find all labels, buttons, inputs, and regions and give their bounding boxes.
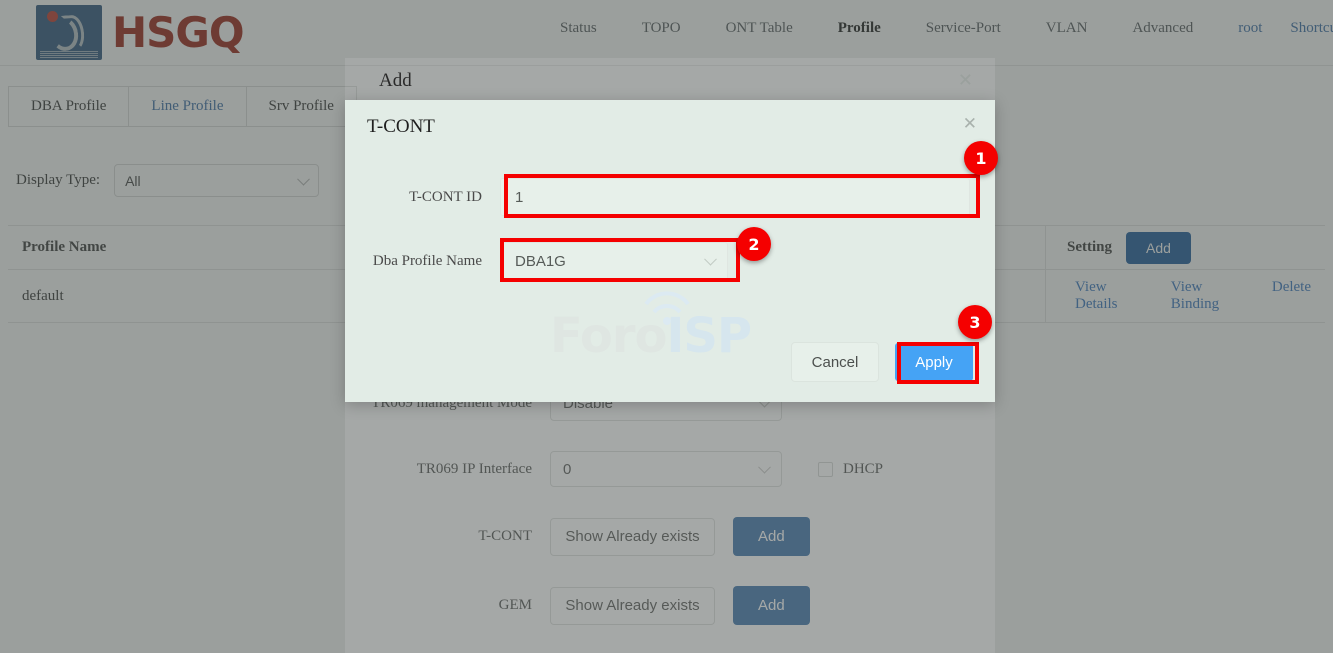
foroisp-watermark: ForoISP: [550, 290, 810, 360]
dba-profile-name-select[interactable]: DBA1G: [500, 242, 728, 280]
apply-button[interactable]: Apply: [895, 343, 973, 381]
cancel-button[interactable]: Cancel: [791, 342, 879, 382]
tcont-id-value: 1: [515, 189, 523, 206]
dba-profile-name-value: DBA1G: [515, 253, 566, 270]
add-modal-title: Add: [379, 70, 412, 92]
chevron-down-icon: [704, 253, 717, 266]
field-row-dba-profile-name: Dba Profile Name DBA1G: [345, 242, 728, 280]
annotation-badge-1: 1: [964, 141, 998, 175]
watermark-text-isp: ISP: [666, 308, 751, 364]
watermark-wifi-icon: [550, 290, 810, 360]
close-icon[interactable]: ✕: [963, 114, 977, 134]
tcont-dialog: T-CONT ✕ ForoISP T-CONT ID 1 Dba Profile…: [345, 100, 995, 402]
tcont-dialog-title: T-CONT: [367, 116, 435, 138]
label-dba-profile-name: Dba Profile Name: [345, 253, 500, 270]
close-icon[interactable]: ✕: [958, 70, 973, 91]
tcont-id-input[interactable]: 1: [500, 178, 970, 216]
label-tcont-id: T-CONT ID: [345, 189, 500, 206]
annotation-badge-2: 2: [737, 227, 771, 261]
tcont-dialog-footer: Cancel Apply: [791, 342, 973, 382]
field-row-tcont-id: T-CONT ID 1: [345, 178, 970, 216]
watermark-text-foro: Foro: [550, 308, 666, 364]
annotation-badge-3: 3: [958, 305, 992, 339]
